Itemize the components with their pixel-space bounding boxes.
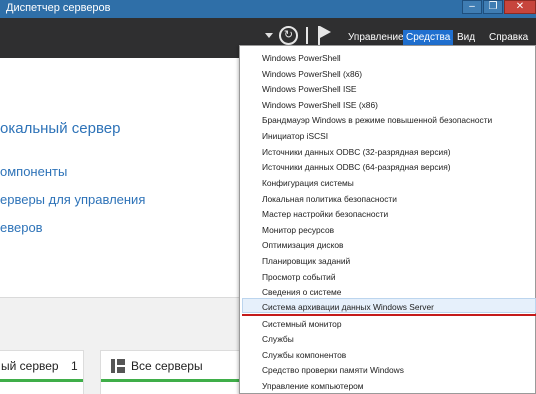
menu-item-security-wizard[interactable]: Мастер настройки безопасности <box>262 209 388 219</box>
menu-item-disk-optimization[interactable]: Оптимизация дисков <box>262 240 343 250</box>
refresh-icon[interactable]: ↻ <box>279 26 298 45</box>
toolbar-separator <box>306 27 308 44</box>
dropdown-arrow-icon[interactable] <box>265 33 273 38</box>
menu-item-firewall[interactable]: Брандмауэр Windows в режиме повышенной б… <box>262 115 492 125</box>
menu-item-event-viewer[interactable]: Просмотр событий <box>262 272 336 282</box>
highlight-underline <box>242 314 536 316</box>
notifications-flag-icon[interactable] <box>318 26 332 46</box>
title-bar: Диспетчер серверов – ❐ ✕ <box>0 0 536 18</box>
menu-item-system-config[interactable]: Конфигурация системы <box>262 178 354 188</box>
menu-item-memory-diagnostic[interactable]: Средство проверки памяти Windows <box>262 365 404 375</box>
add-roles-link[interactable]: омпоненты <box>0 164 67 179</box>
tile-all-servers[interactable]: Все серверы <box>100 350 240 394</box>
menu-manage[interactable]: Управление <box>348 32 404 43</box>
status-bar <box>0 379 83 382</box>
tile-local-server[interactable]: ый сервер 1 <box>0 350 84 394</box>
menu-view[interactable]: Вид <box>457 32 475 43</box>
flag-cloth <box>320 26 331 38</box>
window-title: Диспетчер серверов <box>6 2 111 14</box>
status-bar <box>101 379 239 382</box>
menu-tools[interactable]: Средства <box>403 30 454 45</box>
menu-item-task-scheduler[interactable]: Планировщик заданий <box>262 256 350 266</box>
create-server-group-link[interactable]: еверов <box>0 220 43 235</box>
tools-dropdown-menu: Windows PowerShell Windows PowerShell (x… <box>239 45 536 394</box>
menu-item-local-security-policy[interactable]: Локальная политика безопасности <box>262 194 397 204</box>
menu-item-powershell[interactable]: Windows PowerShell <box>262 53 341 63</box>
menu-item-computer-management[interactable]: Управление компьютером <box>262 381 364 391</box>
menu-item-resource-monitor[interactable]: Монитор ресурсов <box>262 225 334 235</box>
tile-label: ый сервер <box>1 359 59 373</box>
menu-item-powershell-ise-x86[interactable]: Windows PowerShell ISE (x86) <box>262 100 378 110</box>
add-servers-link[interactable]: ерверы для управления <box>0 192 145 207</box>
configure-local-server-link[interactable]: окальный сервер <box>0 120 120 137</box>
tile-count: 1 <box>71 359 78 373</box>
menu-item-powershell-ise[interactable]: Windows PowerShell ISE <box>262 84 357 94</box>
menu-item-services[interactable]: Службы <box>262 334 294 344</box>
menu-item-odbc-32[interactable]: Источники данных ODBC (32-разрядная верс… <box>262 147 451 157</box>
close-button[interactable]: ✕ <box>504 0 536 14</box>
menu-item-component-services[interactable]: Службы компонентов <box>262 350 346 360</box>
tile-label: Все серверы <box>131 359 203 373</box>
maximize-button[interactable]: ❐ <box>483 0 503 14</box>
menu-item-iscsi[interactable]: Инициатор iSCSI <box>262 131 328 141</box>
minimize-button[interactable]: – <box>462 0 482 14</box>
menu-item-odbc-64[interactable]: Источники данных ODBC (64-разрядная верс… <box>262 162 451 172</box>
menu-item-system-information[interactable]: Сведения о системе <box>262 287 341 297</box>
menu-help[interactable]: Справка <box>489 32 528 43</box>
menu-item-performance-monitor[interactable]: Системный монитор <box>262 319 342 329</box>
menu-item-windows-server-backup[interactable]: Система архивации данных Windows Server <box>262 302 434 312</box>
server-icon <box>111 359 125 373</box>
menu-item-powershell-x86[interactable]: Windows PowerShell (x86) <box>262 69 362 79</box>
